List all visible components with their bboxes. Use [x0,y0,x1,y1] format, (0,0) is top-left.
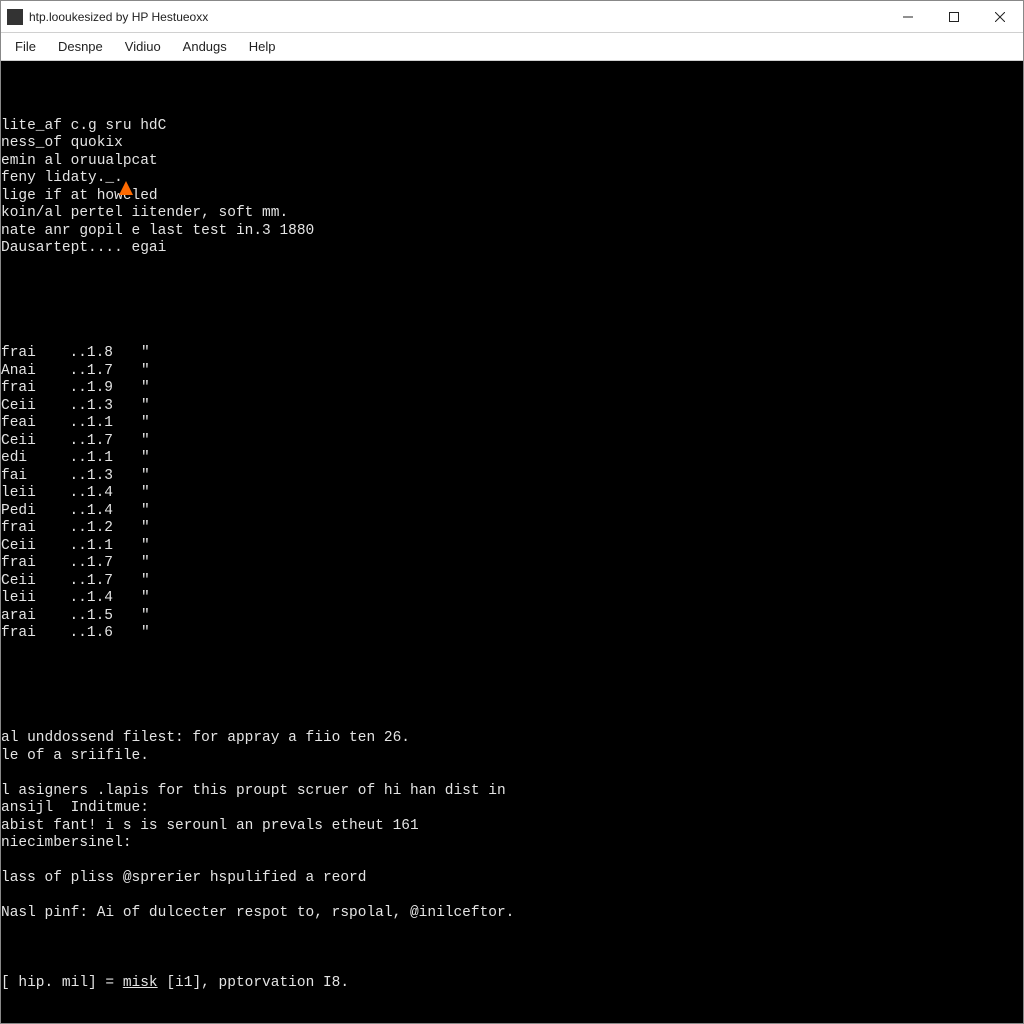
caret-icon [119,181,133,195]
maximize-button[interactable] [931,1,977,33]
table-row: leii..1.4" [1,485,1023,503]
terminal-line: koin/al pertel iitender, soft mm. [1,205,1023,223]
terminal-line: emin al oruualpcat [1,153,1023,171]
menu-help[interactable]: Help [239,36,286,57]
close-button[interactable] [977,1,1023,33]
table-row: frai..1.2" [1,520,1023,538]
minimize-icon [903,12,913,22]
titlebar[interactable]: htp.looukesized by HP Hestueoxx [1,1,1023,33]
menu-andugs[interactable]: Andugs [173,36,237,57]
terminal-line [1,923,1023,941]
terminal-line: [ hip. mil] = misk [i1], pptorvation I8. [1,975,1023,993]
menubar: File Desnpe Vidiuo Andugs Help [1,33,1023,61]
table-row: frai..1.8" [1,345,1023,363]
table-row: Anai..1.7" [1,363,1023,381]
terminal-line: lige if at howeled [1,188,1023,206]
table-row: Ceii..1.3" [1,398,1023,416]
terminal-line: Nasl pinf: Ai of dulcecter respot to, rs… [1,905,1023,923]
window-controls [885,1,1023,33]
app-icon [7,9,23,25]
menu-desnpe[interactable]: Desnpe [48,36,113,57]
terminal-line: feny lidaty._. [1,170,1023,188]
terminal-output[interactable]: lite_af c.g sru hdCness_of quokixemin al… [1,61,1023,1023]
table-row: frai..1.6" [1,625,1023,643]
terminal-line: lass of pliss @sprerier hspulified a reo… [1,870,1023,888]
table-row: Pedi..1.4" [1,503,1023,521]
menu-vidiuo[interactable]: Vidiuo [115,36,171,57]
minimize-button[interactable] [885,1,931,33]
menu-file[interactable]: File [5,36,46,57]
table-row: feai..1.1" [1,415,1023,433]
terminal-line [1,765,1023,783]
close-icon [995,12,1005,22]
terminal-line: Dausartept.... egai [1,240,1023,258]
terminal-line: ansijl Inditmue: [1,800,1023,818]
table-row: Ceii..1.1" [1,538,1023,556]
terminal-line: niecimbersinel: [1,835,1023,853]
table-row: Ceii..1.7" [1,433,1023,451]
terminal-line: nate anr gopil e last test in.3 1880 [1,223,1023,241]
window-title: htp.looukesized by HP Hestueoxx [29,10,208,24]
table-row: leii..1.4" [1,590,1023,608]
table-row: arai..1.5" [1,608,1023,626]
app-window: htp.looukesized by HP Hestueoxx File Des… [0,0,1024,1024]
table-row: frai..1.7" [1,555,1023,573]
terminal-line: l asigners .lapis for this proupt scruer… [1,783,1023,801]
terminal-line: al unddossend filest: for appray a fiio … [1,730,1023,748]
terminal-line [1,888,1023,906]
terminal-line: le of a sriifile. [1,748,1023,766]
terminal-line: lite_af c.g sru hdC [1,118,1023,136]
titlebar-left: htp.looukesized by HP Hestueoxx [7,9,208,25]
maximize-icon [949,12,959,22]
table-row: Ceii..1.7" [1,573,1023,591]
terminal-line: ness_of quokix [1,135,1023,153]
table-row: fai..1.3" [1,468,1023,486]
table-row: frai..1.9" [1,380,1023,398]
terminal-line [1,853,1023,871]
table-row: edi..1.1" [1,450,1023,468]
terminal-line: abist fant! i s is serounl an prevals et… [1,818,1023,836]
